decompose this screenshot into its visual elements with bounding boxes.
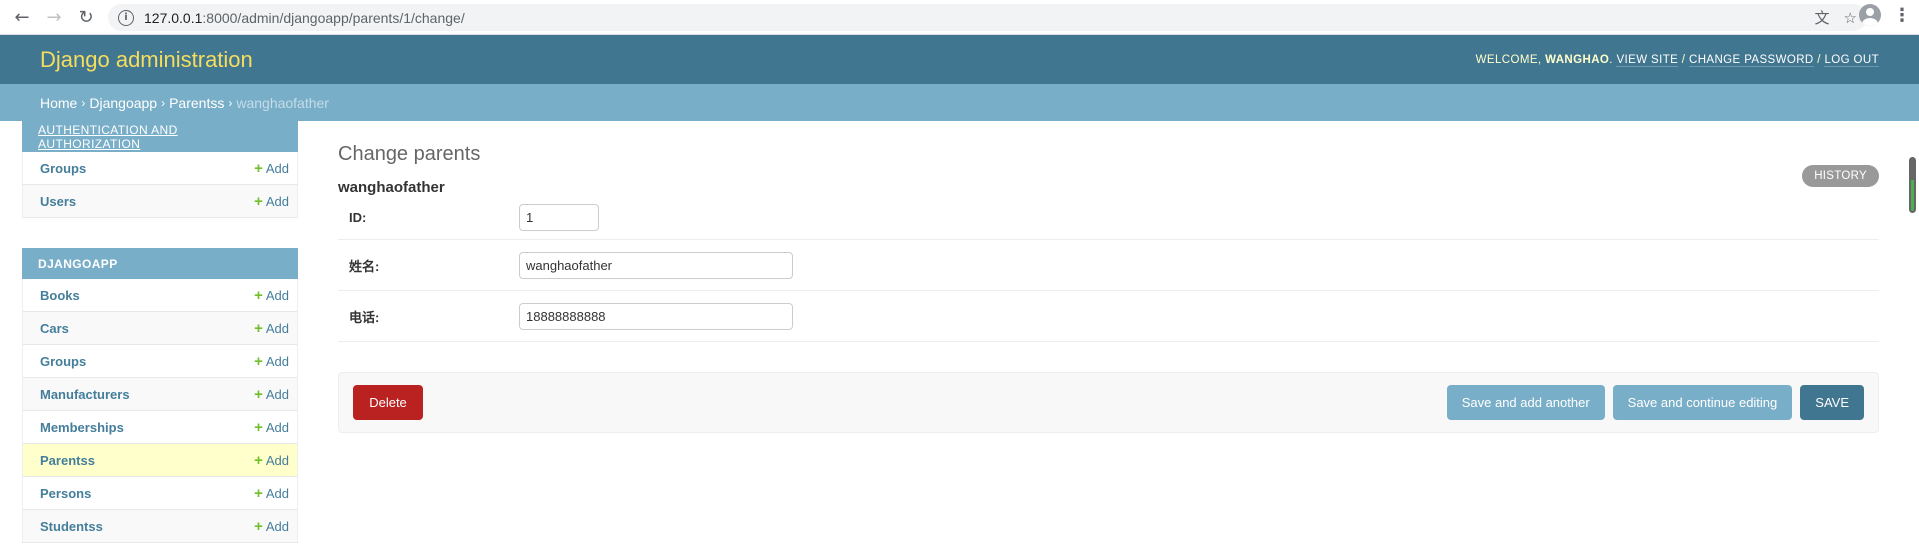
save-add-another-button[interactable]: Save and add another <box>1446 385 1605 420</box>
form-row-name: 姓名: <box>338 240 1879 291</box>
browser-toolbar: ← → ↻ i 127.0.0.1:8000/admin/djangoapp/p… <box>0 0 1919 35</box>
submit-row: Delete Save and add another Save and con… <box>338 372 1879 433</box>
menu-icon[interactable]: ⋮ <box>1893 5 1911 26</box>
reload-icon[interactable]: ↻ <box>72 3 100 31</box>
plus-icon: + <box>254 418 263 436</box>
phone-field[interactable] <box>519 302 793 330</box>
back-arrow-icon[interactable]: ← <box>8 3 36 31</box>
sidebar-item-persons[interactable]: Persons + Add <box>22 477 298 510</box>
address-bar[interactable]: i 127.0.0.1:8000/admin/djangoapp/parents… <box>108 4 1867 31</box>
sidebar-item-groups[interactable]: Groups + Add <box>22 152 298 185</box>
breadcrumb-model[interactable]: Parentss <box>169 95 224 111</box>
history-button[interactable]: HISTORY <box>1802 165 1879 187</box>
module-caption-djangoapp[interactable]: DJANGOAPP <box>22 248 298 279</box>
save-continue-button[interactable]: Save and continue editing <box>1612 385 1793 420</box>
model-link[interactable]: Groups <box>40 161 86 176</box>
delete-button[interactable]: Delete <box>353 385 423 420</box>
module-caption-auth[interactable]: AUTHENTICATION AND AUTHORIZATION <box>22 121 298 152</box>
model-link[interactable]: Users <box>40 194 76 209</box>
model-link[interactable]: Parentss <box>40 453 95 468</box>
plus-icon: + <box>254 451 263 469</box>
add-link[interactable]: + Add <box>254 193 289 210</box>
id-field[interactable] <box>519 204 599 231</box>
info-icon[interactable]: i <box>118 9 134 26</box>
page-title: Change parents <box>338 143 481 165</box>
nav-sidebar: AUTHENTICATION AND AUTHORIZATION Groups … <box>22 121 298 543</box>
user-tools: WELCOME, WANGHAO. VIEW SITE / CHANGE PAS… <box>1475 53 1879 67</box>
name-field[interactable] <box>519 251 793 279</box>
plus-icon: + <box>254 319 263 337</box>
admin-header: Django administration WELCOME, WANGHAO. … <box>0 35 1919 84</box>
scrollbar[interactable] <box>1909 157 1916 213</box>
add-link[interactable]: + Add <box>254 320 289 337</box>
username: WANGHAO <box>1545 53 1610 66</box>
object-name: wanghaofather <box>338 179 445 196</box>
sidebar-item-parentss[interactable]: Parentss + Add <box>22 444 298 477</box>
breadcrumb-separator: › <box>81 95 86 110</box>
save-button[interactable]: SAVE <box>1800 385 1864 420</box>
profile-icon[interactable] <box>1859 4 1881 26</box>
model-link[interactable]: Memberships <box>40 420 124 435</box>
add-link[interactable]: + Add <box>254 353 289 370</box>
plus-icon: + <box>254 159 263 177</box>
field-label: ID: <box>349 210 367 225</box>
url-text: 127.0.0.1:8000/admin/djangoapp/parents/1… <box>144 9 465 26</box>
add-link[interactable]: + Add <box>254 386 289 403</box>
model-link[interactable]: Cars <box>40 321 69 336</box>
main-area: AUTHENTICATION AND AUTHORIZATION Groups … <box>0 121 1919 551</box>
model-link[interactable]: Groups <box>40 354 86 369</box>
form-row-id: ID: <box>338 196 1879 240</box>
field-label: 电话: <box>349 309 380 325</box>
change-form: Change parents HISTORY wanghaofather ID:… <box>338 121 1879 433</box>
plus-icon: + <box>254 352 263 370</box>
add-link[interactable]: + Add <box>254 485 289 502</box>
sidebar-item-users[interactable]: Users + Add <box>22 185 298 218</box>
log-out-link[interactable]: LOG OUT <box>1824 53 1879 67</box>
plus-icon: + <box>254 192 263 210</box>
plus-icon: + <box>254 385 263 403</box>
breadcrumb-home[interactable]: Home <box>40 95 77 111</box>
breadcrumb-app[interactable]: Djangoapp <box>89 95 157 111</box>
sidebar-item-books[interactable]: Books + Add <box>22 279 298 312</box>
plus-icon: + <box>254 286 263 304</box>
field-label: 姓名: <box>349 258 380 274</box>
model-link[interactable]: Books <box>40 288 80 303</box>
translate-icon[interactable]: 文 <box>1815 7 1830 28</box>
breadcrumb: Home › Djangoapp › Parentss › wanghaofat… <box>0 84 1919 121</box>
plus-icon: + <box>254 484 263 502</box>
sidebar-item-cars[interactable]: Cars + Add <box>22 312 298 345</box>
model-link[interactable]: Manufacturers <box>40 387 130 402</box>
forward-arrow-icon[interactable]: → <box>40 3 68 31</box>
sidebar-item-groups-app[interactable]: Groups + Add <box>22 345 298 378</box>
add-link[interactable]: + Add <box>254 518 289 535</box>
change-password-link[interactable]: CHANGE PASSWORD <box>1689 53 1814 67</box>
view-site-link[interactable]: VIEW SITE <box>1616 53 1679 67</box>
add-link[interactable]: + Add <box>254 419 289 436</box>
welcome-text: WELCOME, <box>1475 53 1542 66</box>
form-row-phone: 电话: <box>338 291 1879 342</box>
breadcrumb-separator: › <box>161 95 166 110</box>
sidebar-item-memberships[interactable]: Memberships + Add <box>22 411 298 444</box>
breadcrumb-separator: › <box>228 95 233 110</box>
add-link[interactable]: + Add <box>254 452 289 469</box>
sidebar-item-manufacturers[interactable]: Manufacturers + Add <box>22 378 298 411</box>
add-link[interactable]: + Add <box>254 160 289 177</box>
model-link[interactable]: Persons <box>40 486 91 501</box>
star-icon[interactable]: ☆ <box>1844 9 1857 27</box>
plus-icon: + <box>254 517 263 535</box>
add-link[interactable]: + Add <box>254 287 289 304</box>
sidebar-item-studentss[interactable]: Studentss + Add <box>22 510 298 543</box>
breadcrumb-current: wanghaofather <box>236 94 329 111</box>
site-branding[interactable]: Django administration <box>40 47 253 73</box>
model-link[interactable]: Studentss <box>40 519 103 534</box>
